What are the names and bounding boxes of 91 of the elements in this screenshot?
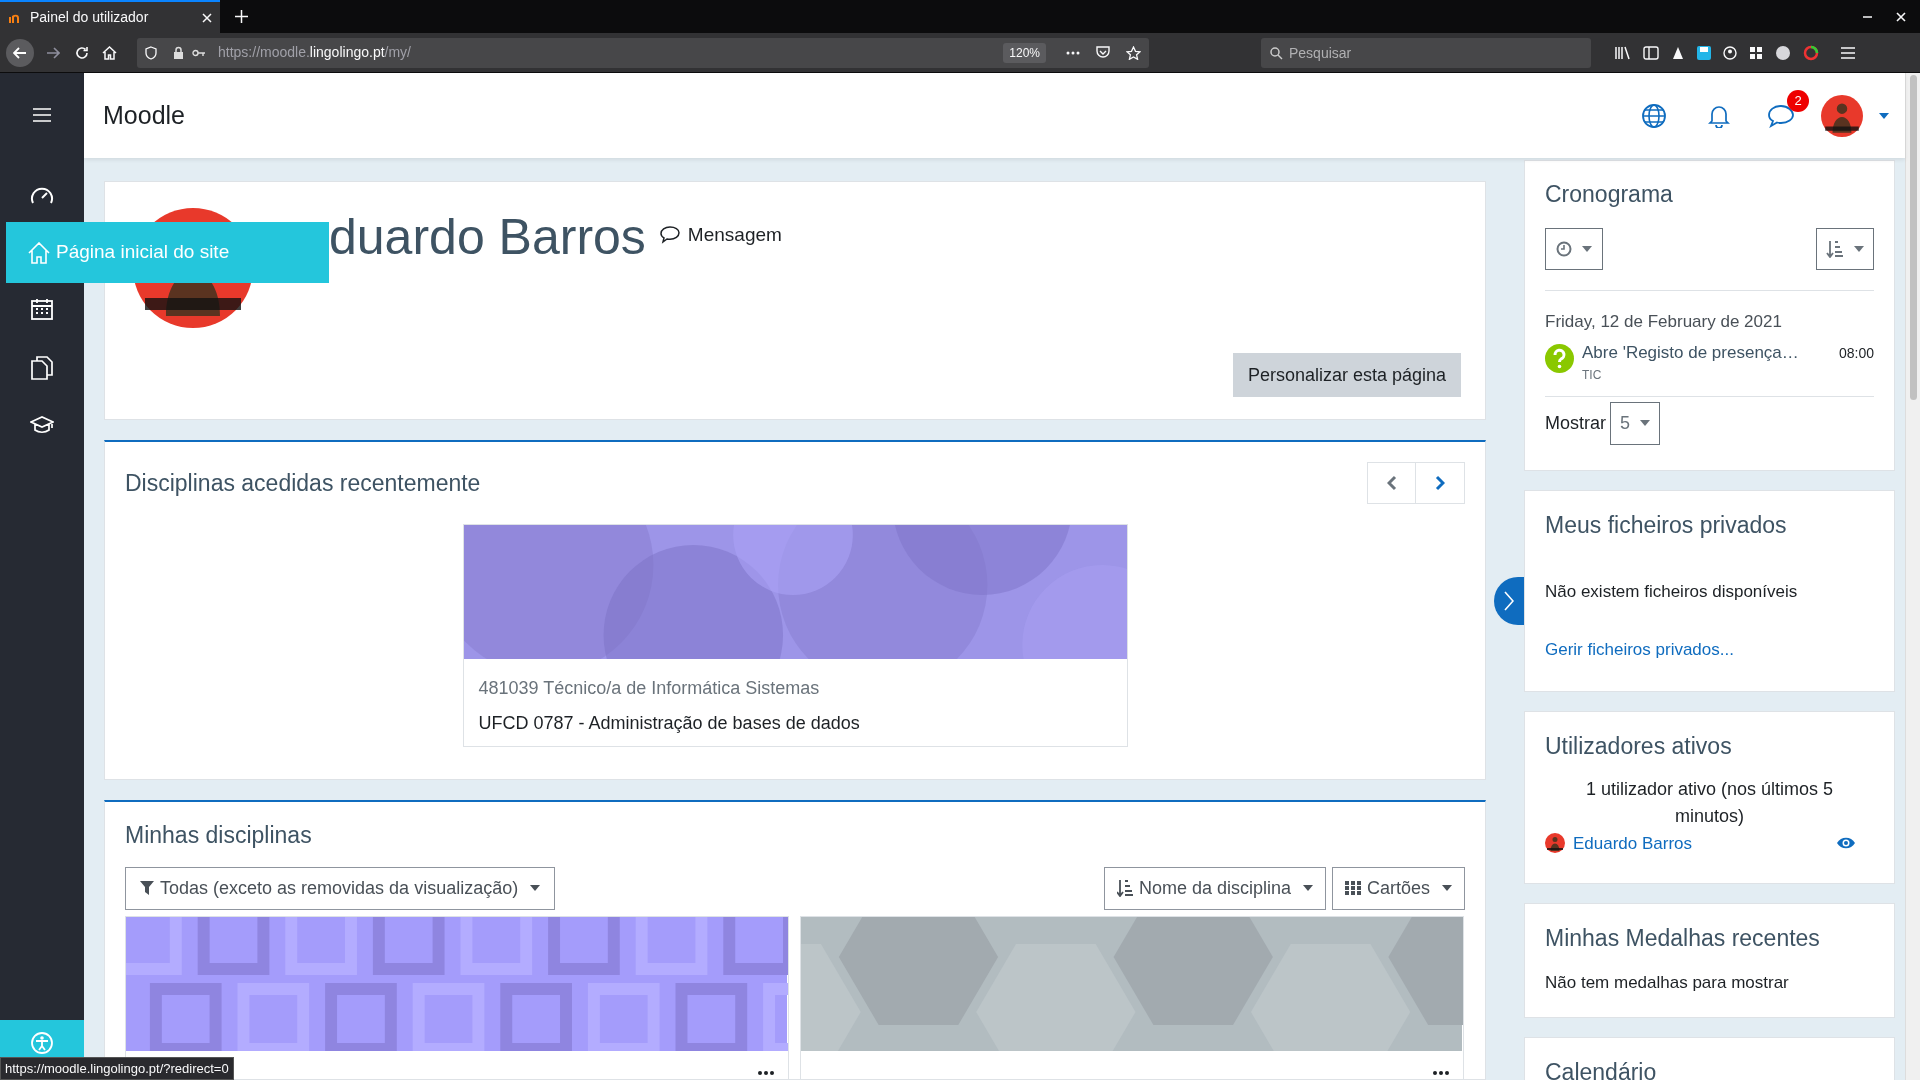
filter-icon <box>140 881 154 895</box>
close-icon[interactable] <box>202 12 212 23</box>
course-card[interactable]: 481039 Técnico/a de Informática Sistemas UFCD 0787 - Administração de bases de dados <box>462 524 1128 747</box>
star-icon[interactable] <box>1126 45 1141 60</box>
lock-icon <box>173 46 184 59</box>
empty-message: Não existem ficheiros disponíveis <box>1545 580 1799 603</box>
caret-icon <box>530 885 541 891</box>
date-filter-dropdown[interactable] <box>1545 227 1603 270</box>
caret-icon <box>1582 245 1592 252</box>
key-icon <box>192 48 206 57</box>
reload-icon[interactable] <box>75 45 89 60</box>
drawer-toggle-button[interactable] <box>1494 577 1524 625</box>
filter-dropdown[interactable]: Todas (exceto as removidas da visualização) <box>125 866 556 910</box>
library-icon[interactable] <box>1615 45 1631 60</box>
user-name: duardo Barros <box>329 208 646 267</box>
zoom-badge[interactable]: 120% <box>1003 42 1046 63</box>
section-title: Disciplinas acedidas recentemente <box>125 468 481 498</box>
sort-dropdown[interactable] <box>1816 227 1874 270</box>
block-title: Cronograma <box>1545 180 1674 209</box>
block-title: Calendário <box>1545 1058 1658 1080</box>
manage-files-link[interactable]: Gerir ficheiros privados... <box>1545 637 1874 663</box>
show-count-dropdown[interactable]: 5 <box>1610 401 1660 445</box>
url-text: https://moodle.lingolingo.pt/my/ <box>218 43 411 62</box>
online-summary: 1 utilizador ativo (nos últimos 5 minutos) <box>1584 777 1835 828</box>
sort-icon <box>1116 879 1133 897</box>
block-title: Utilizadores ativos <box>1545 732 1733 761</box>
block-title: Meus ficheiros privados <box>1545 511 1788 540</box>
new-tab-icon[interactable] <box>235 10 248 23</box>
block-title: Minhas Medalhas recentes <box>1545 924 1821 953</box>
grid-icon <box>1344 881 1361 895</box>
caret-icon <box>1442 885 1452 891</box>
sort-icon <box>1826 239 1844 258</box>
chat-icon[interactable] <box>1767 103 1795 128</box>
browser-tab[interactable]: Painel do utilizador <box>0 0 220 33</box>
forward-arrow-icon[interactable] <box>46 46 60 59</box>
accessibility-icon <box>31 1032 53 1054</box>
link-status-tooltip: https://moodle.lingolingo.pt/?redirect=0 <box>0 1057 234 1080</box>
pocket-icon[interactable] <box>1096 46 1110 59</box>
course-name[interactable]: UFCD 0787 - Administração de bases de dados <box>478 710 1127 737</box>
event-date: Friday, 12 de February de 2021 <box>1545 310 1783 333</box>
site-name[interactable]: Moodle <box>103 96 185 135</box>
customise-page-button[interactable]: Personalizar esta página <box>1232 353 1461 397</box>
empty-message: Não tem medalhas para mostrar <box>1545 971 1790 994</box>
minimize-icon[interactable] <box>1863 15 1872 18</box>
search-field[interactable]: Pesquisar <box>1261 37 1591 68</box>
chat-icon <box>659 226 680 245</box>
message-count-badge: 2 <box>1787 89 1809 112</box>
grid-icon[interactable] <box>1749 45 1763 60</box>
more-icon[interactable] <box>1066 50 1080 55</box>
floppy-icon[interactable] <box>1697 45 1711 60</box>
question-icon <box>1545 344 1574 373</box>
home-icon <box>28 241 50 264</box>
message-link[interactable]: Mensagem <box>659 221 782 250</box>
caret-icon <box>1879 112 1889 119</box>
chevron-right-icon <box>1435 475 1445 491</box>
address-bar[interactable]: https://moodle.lingolingo.pt/my/ 120% <box>137 37 1149 68</box>
caret-icon <box>1854 245 1864 252</box>
close-icon[interactable] <box>1896 11 1906 22</box>
section-title: Minhas disciplinas <box>125 821 313 850</box>
search-icon <box>1270 46 1283 60</box>
chevron-right-icon <box>1504 591 1514 611</box>
caret-icon <box>1640 420 1650 426</box>
avatar <box>1821 94 1863 137</box>
eye-icon[interactable] <box>1836 836 1856 851</box>
back-arrow-icon <box>13 46 27 59</box>
more-icon[interactable] <box>1433 1070 1449 1075</box>
files-icon[interactable] <box>31 356 53 380</box>
chevron-left-icon <box>1386 475 1397 491</box>
sort-dropdown[interactable]: Nome da disciplina <box>1103 866 1326 910</box>
back-button[interactable] <box>6 38 34 67</box>
bell-icon[interactable] <box>1708 103 1730 128</box>
view-dropdown[interactable]: Cartões <box>1331 866 1465 910</box>
event-course: TIC <box>1582 366 1603 384</box>
show-label: Mostrar <box>1545 411 1606 435</box>
user-link[interactable]: Eduardo Barros <box>1573 830 1828 856</box>
calendar-icon[interactable] <box>31 298 53 320</box>
course-category: 481039 Técnico/a de Informática Sistemas <box>478 677 821 700</box>
scrollbar[interactable] <box>1905 73 1920 1080</box>
shield-icon <box>145 45 157 60</box>
clock-icon <box>1556 240 1572 257</box>
avatar <box>1545 833 1565 854</box>
sidebar-icon[interactable] <box>1643 45 1659 60</box>
globe-icon[interactable] <box>1642 103 1666 128</box>
event-time: 08:00 <box>1838 344 1874 363</box>
caret-icon <box>1302 885 1313 891</box>
home-icon[interactable] <box>102 45 117 60</box>
more-icon[interactable] <box>758 1070 774 1075</box>
event-link[interactable]: Abre 'Registo de presença… <box>1582 340 1799 366</box>
menu-icon[interactable] <box>1841 46 1855 59</box>
graduation-cap-icon[interactable] <box>30 416 54 434</box>
account-icon[interactable] <box>1723 45 1737 60</box>
